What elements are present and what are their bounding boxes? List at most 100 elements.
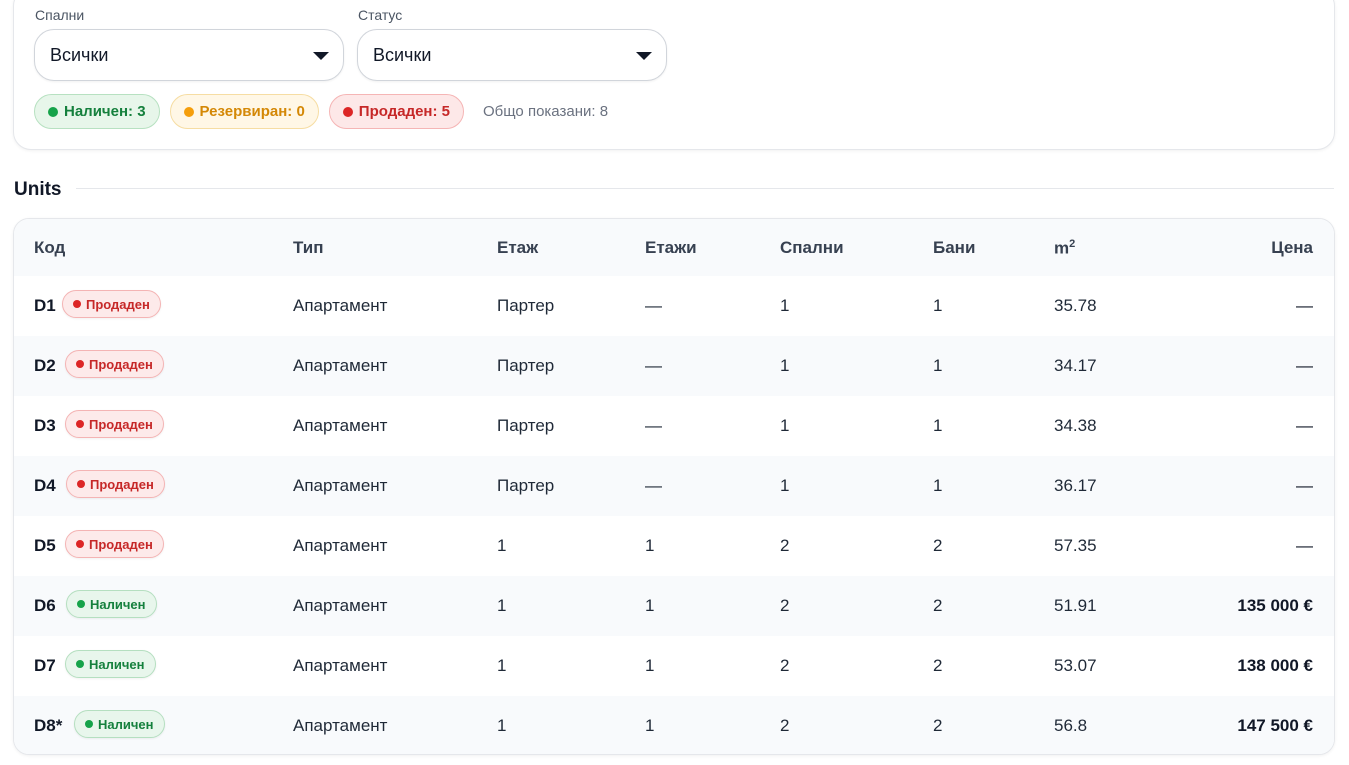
chevron-down-icon (636, 52, 652, 60)
status-badge: Наличен (74, 710, 165, 738)
unit-bedrooms: 2 (780, 536, 790, 555)
bedrooms-select[interactable]: Всички (34, 29, 344, 81)
status-badge: Наличен (66, 590, 157, 618)
unit-floor: 1 (497, 716, 507, 735)
table-row[interactable]: D6 Наличен Апартамент 1 1 2 2 51.91 135 000 € (14, 576, 1334, 636)
chevron-down-icon (313, 52, 329, 60)
unit-floors: — (645, 296, 662, 315)
amber-dot-icon (183, 106, 194, 117)
unit-price: — (1296, 416, 1313, 435)
table-row[interactable]: D1 Продаден Апартамент Партер — 1 1 35.78 — (14, 276, 1334, 336)
status-badge-label: Наличен (98, 716, 154, 732)
unit-floors: 1 (645, 656, 655, 675)
header-area[interactable]: m2 (1054, 238, 1075, 259)
unit-floors: 1 (645, 536, 655, 555)
units-table: Код Тип Етаж Етажи Спални Бани m2 Цена D… (13, 218, 1335, 755)
status-badge: Продаден (62, 290, 161, 318)
unit-area: 51.91 (1054, 596, 1097, 615)
unit-price: 135 000 € (1237, 596, 1313, 615)
header-baths[interactable]: Бани (933, 238, 975, 258)
status-badge-label: Продаден (89, 536, 153, 552)
unit-area: 34.38 (1054, 416, 1097, 435)
status-dot-icon (76, 360, 84, 368)
unit-floors: — (645, 356, 662, 375)
unit-floor: Партер (497, 416, 555, 435)
status-dot-icon (77, 600, 85, 608)
table-row[interactable]: D2 Продаден Апартамент Партер — 1 1 34.17 — (14, 336, 1334, 396)
unit-floor: 1 (497, 536, 507, 555)
status-badge: Продаден (65, 530, 164, 558)
unit-floors: — (645, 476, 662, 495)
header-bedrooms[interactable]: Спални (780, 238, 844, 258)
reserved-count-chip[interactable]: Резервиран: 0 (169, 94, 319, 129)
bedrooms-filter-label: Спални (35, 7, 85, 23)
header-area-sup: 2 (1069, 238, 1076, 250)
unit-baths: 2 (933, 536, 943, 555)
header-code[interactable]: Код (34, 238, 65, 258)
unit-code: D5 (34, 536, 56, 555)
header-price[interactable]: Цена (1271, 238, 1313, 258)
table-row[interactable]: D4 Продаден Апартамент Партер — 1 1 36.17 — (14, 456, 1334, 516)
status-select[interactable]: Всички (357, 29, 667, 81)
section-title: Units (14, 179, 62, 200)
unit-code: D6 (34, 596, 56, 615)
unit-area: 35.78 (1054, 296, 1097, 315)
unit-type: Апартамент (293, 296, 388, 315)
table-row[interactable]: D5 Продаден Апартамент 1 1 2 2 57.35 — (14, 516, 1334, 576)
header-floors[interactable]: Етажи (645, 238, 697, 258)
unit-price: — (1296, 476, 1313, 495)
status-badge: Наличен (65, 650, 156, 678)
green-dot-icon (48, 106, 58, 117)
table-row[interactable]: D3 Продаден Апартамент Партер — 1 1 34.38 — (14, 396, 1334, 456)
unit-baths: 2 (933, 716, 943, 735)
unit-code: D3 (34, 416, 56, 435)
unit-floor: 1 (497, 656, 507, 675)
red-dot-icon (342, 106, 353, 117)
status-badge: Продаден (65, 350, 164, 378)
unit-type: Апартамент (293, 656, 388, 675)
status-filter-label: Статус (358, 7, 403, 23)
unit-area: 36.17 (1054, 476, 1097, 495)
unit-price: — (1296, 296, 1313, 315)
unit-code: D2 (34, 356, 56, 375)
filters-card: Спални Всички Статус Всички Наличен: 3 Р… (13, 0, 1335, 150)
unit-price: — (1296, 536, 1313, 555)
unit-code: D4 (34, 476, 56, 495)
header-type[interactable]: Тип (293, 238, 323, 258)
available-count-chip[interactable]: Наличен: 3 (34, 94, 160, 129)
unit-bedrooms: 2 (780, 716, 790, 735)
section-divider (76, 188, 1334, 189)
unit-baths: 1 (933, 356, 943, 375)
unit-price: 147 500 € (1237, 716, 1313, 735)
unit-type: Апартамент (293, 596, 388, 615)
status-badge-label: Продаден (86, 296, 150, 312)
status-dot-icon (73, 300, 81, 308)
unit-baths: 1 (933, 476, 943, 495)
unit-floors: — (645, 416, 662, 435)
status-badge: Продаден (66, 470, 165, 498)
unit-bedrooms: 1 (780, 476, 790, 495)
status-badge-label: Продаден (90, 476, 154, 492)
unit-area: 57.35 (1054, 536, 1097, 555)
unit-bedrooms: 1 (780, 416, 790, 435)
chip-label: Продаден: 5 (358, 103, 450, 120)
status-badge-label: Продаден (89, 416, 153, 432)
unit-code: D1 (34, 296, 56, 315)
unit-floor: Партер (497, 476, 555, 495)
unit-bedrooms: 1 (780, 356, 790, 375)
status-select-value: Всички (373, 44, 432, 65)
bedrooms-select-value: Всички (50, 44, 109, 65)
status-dot-icon (85, 720, 93, 728)
unit-type: Апартамент (293, 536, 388, 555)
unit-code: D8* (34, 716, 63, 735)
unit-type: Апартамент (293, 356, 388, 375)
status-badge-label: Наличен (89, 656, 145, 672)
sold-count-chip[interactable]: Продаден: 5 (328, 94, 464, 129)
unit-baths: 1 (933, 416, 943, 435)
unit-bedrooms: 1 (780, 296, 790, 315)
table-row[interactable]: D7 Наличен Апартамент 1 1 2 2 53.07 138 000 € (14, 636, 1334, 696)
table-row[interactable]: D8* Наличен Апартамент 1 1 2 2 56.8 147 500 € (14, 696, 1334, 754)
unit-bedrooms: 2 (780, 656, 790, 675)
unit-floor: 1 (497, 596, 507, 615)
header-floor[interactable]: Етаж (497, 238, 538, 258)
